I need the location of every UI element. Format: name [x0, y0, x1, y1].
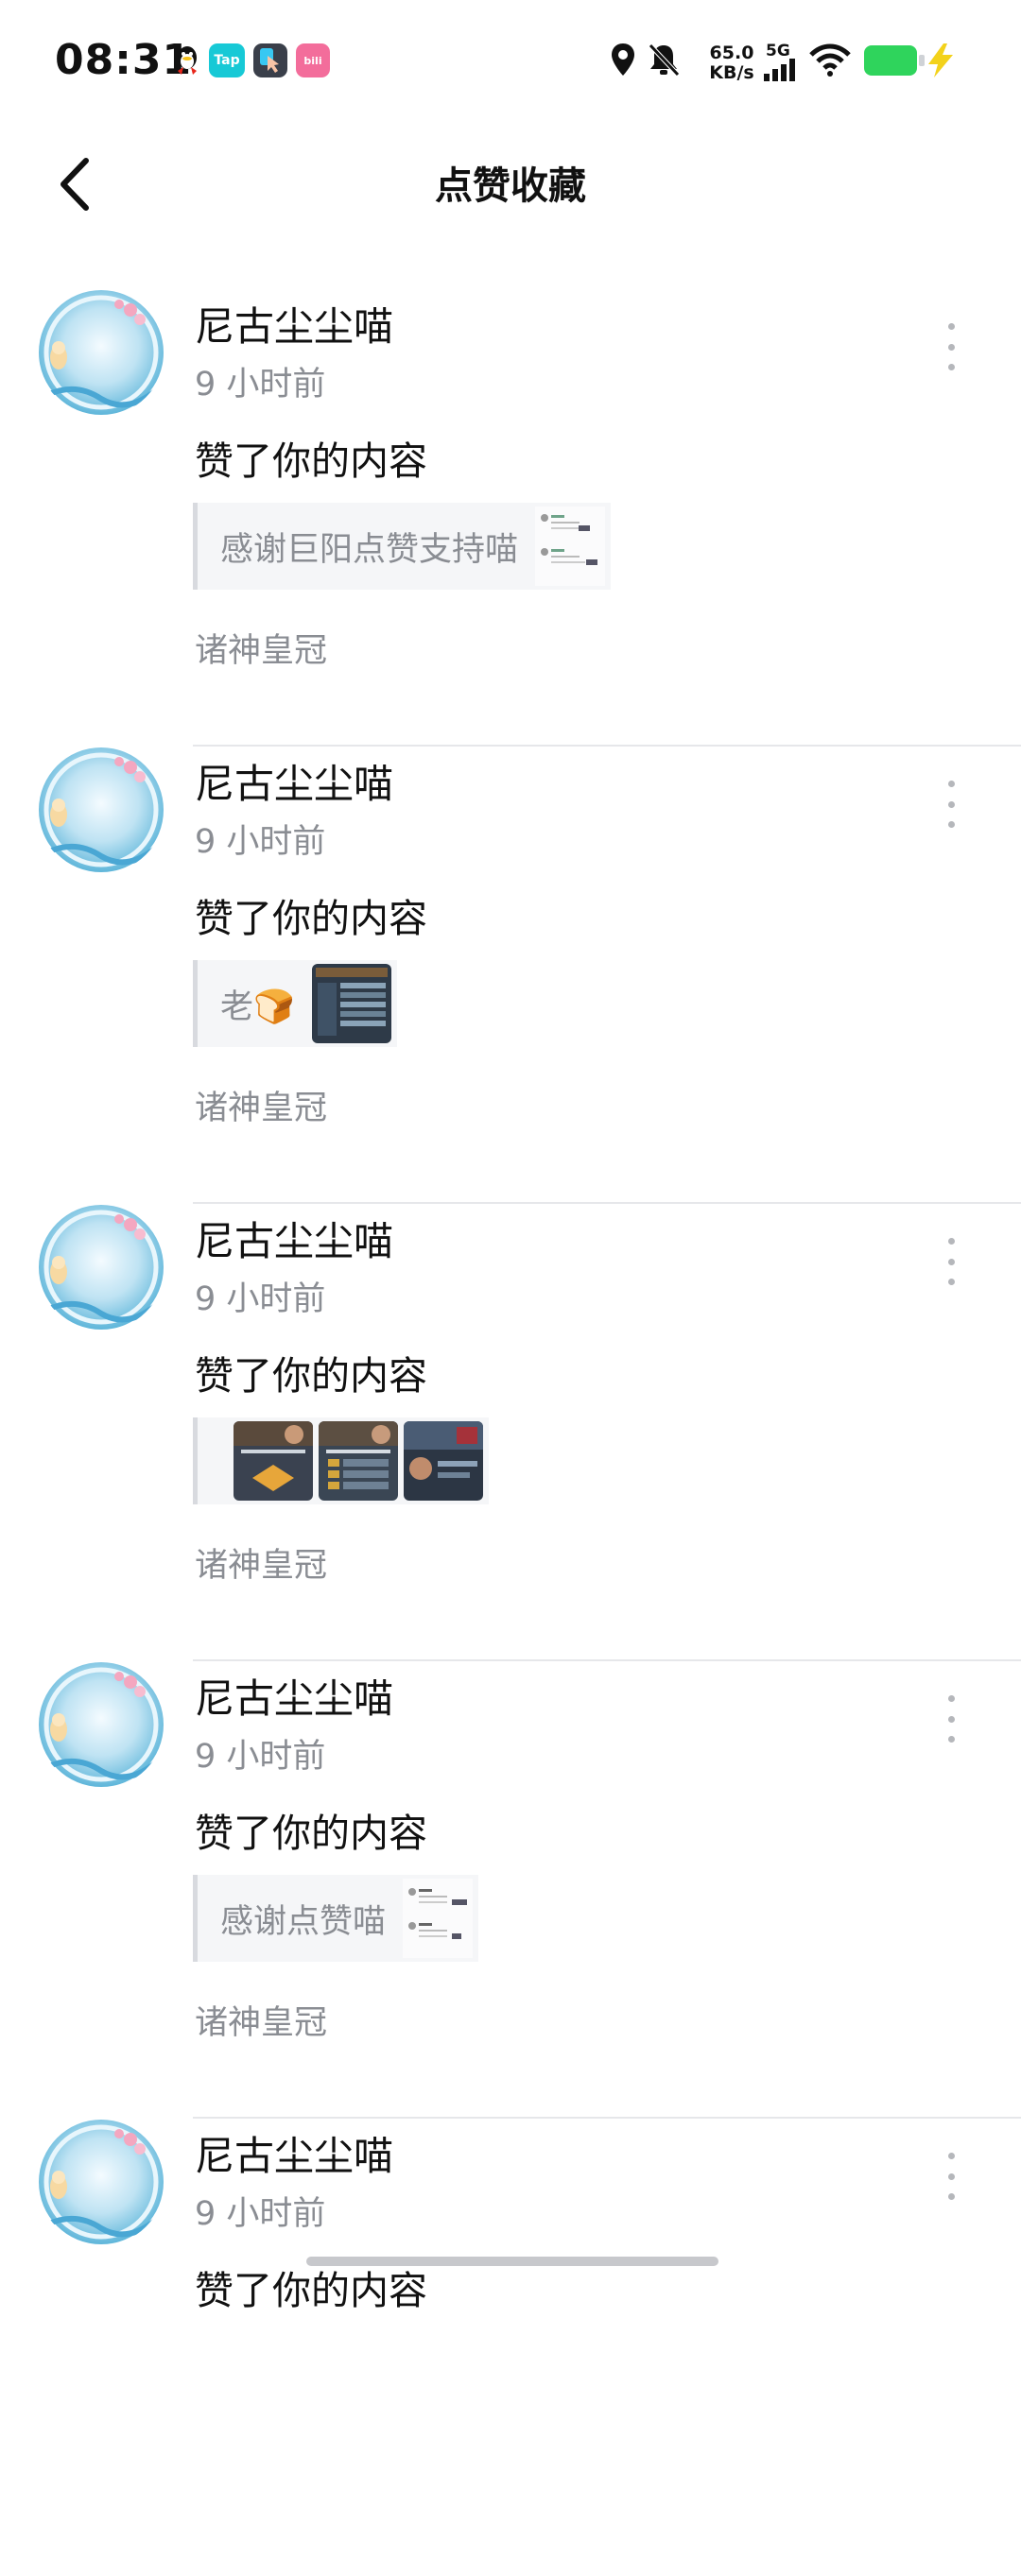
content-thumbnail [234, 1421, 313, 1501]
avatar[interactable] [38, 1204, 164, 1331]
quoted-content[interactable]: 感谢点赞喵 [193, 1875, 479, 1962]
notification-item[interactable]: 尼古尘尘喵 9 小时前 赞了你的内容 诸神皇冠 [0, 1204, 1021, 1661]
bilibili-icon: bili [296, 43, 330, 77]
location-icon [612, 43, 634, 76]
more-options-button[interactable] [936, 1238, 966, 1285]
page-title: 点赞收藏 [435, 164, 586, 208]
action-text: 赞了你的内容 [195, 1811, 427, 1856]
circle-label[interactable]: 诸神皇冠 [195, 1538, 327, 1587]
pointer-app-icon [253, 43, 287, 77]
content-thumbnail [404, 1421, 483, 1501]
content-thumbnail [535, 507, 606, 586]
battery-icon [864, 45, 917, 76]
user-name[interactable]: 尼古尘尘喵 [195, 1667, 393, 1725]
top-bar: 点赞收藏 [0, 132, 1021, 236]
wifi-icon [809, 43, 851, 77]
user-name[interactable]: 尼古尘尘喵 [195, 752, 393, 810]
more-options-button[interactable] [936, 781, 966, 828]
circle-label[interactable]: 诸神皇冠 [195, 1996, 327, 2044]
status-bar: 08:31 Tap bili 65.0 KB/s 5G [0, 0, 1021, 113]
notification-item[interactable]: 尼古尘尘喵 9 小时前 赞了你的内容 感谢点赞喵 诸神皇冠 [0, 1661, 1021, 2119]
quoted-content[interactable]: 感谢巨阳点赞支持喵 [193, 503, 612, 590]
quote-text: 感谢巨阳点赞支持喵 [220, 530, 519, 569]
avatar[interactable] [38, 289, 164, 416]
net-speed-value: 65.0 [709, 43, 754, 63]
time-ago: 9 小时前 [195, 366, 326, 404]
avatar[interactable] [38, 2119, 164, 2245]
user-name[interactable]: 尼古尘尘喵 [195, 1210, 393, 1267]
action-text: 赞了你的内容 [195, 2268, 427, 2313]
circle-label[interactable]: 诸神皇冠 [195, 624, 327, 672]
content-thumbnail [311, 964, 391, 1043]
net-speed-unit: KB/s [709, 62, 754, 83]
quote-text: 感谢点赞喵 [220, 1902, 387, 1941]
more-options-button[interactable] [936, 1695, 966, 1743]
home-indicator[interactable] [306, 2257, 718, 2266]
action-text: 赞了你的内容 [195, 438, 427, 484]
more-options-button[interactable] [936, 2153, 966, 2200]
net-speed: 65.0 KB/s [705, 43, 758, 83]
notification-item[interactable]: 尼古尘尘喵 9 小时前 赞了你的内容 感谢巨阳点赞支持喵 诸神皇冠 [0, 289, 1021, 747]
action-text: 赞了你的内容 [195, 896, 427, 941]
content-thumbnail [319, 1421, 398, 1501]
more-options-button[interactable] [936, 323, 966, 370]
network-type: 5G [766, 42, 790, 60]
quoted-content[interactable] [193, 1417, 489, 1504]
avatar[interactable] [38, 1661, 164, 1788]
qq-icon [170, 43, 204, 77]
time-ago: 9 小时前 [195, 1738, 326, 1776]
quoted-content[interactable]: 老🍞 [193, 960, 397, 1047]
charging-icon [928, 43, 953, 77]
time-ago: 9 小时前 [195, 1280, 326, 1318]
action-text: 赞了你的内容 [195, 1353, 427, 1399]
notification-item[interactable]: 尼古尘尘喵 9 小时前 赞了你的内容 [0, 2119, 1021, 2576]
taptap-icon: Tap [209, 43, 245, 77]
user-name[interactable]: 尼古尘尘喵 [195, 295, 393, 352]
notification-item[interactable]: 尼古尘尘喵 9 小时前 赞了你的内容 老🍞 诸神皇冠 [0, 747, 1021, 1204]
content-thumbnail [403, 1879, 474, 1958]
time-ago: 9 小时前 [195, 823, 326, 861]
mute-bell-icon [649, 43, 680, 77]
circle-label[interactable]: 诸神皇冠 [195, 1081, 327, 1129]
time-ago: 9 小时前 [195, 2195, 326, 2233]
quote-text: 老🍞 [220, 987, 295, 1026]
avatar[interactable] [38, 747, 164, 873]
signal-bars-icon [764, 59, 795, 81]
user-name[interactable]: 尼古尘尘喵 [195, 2124, 393, 2182]
